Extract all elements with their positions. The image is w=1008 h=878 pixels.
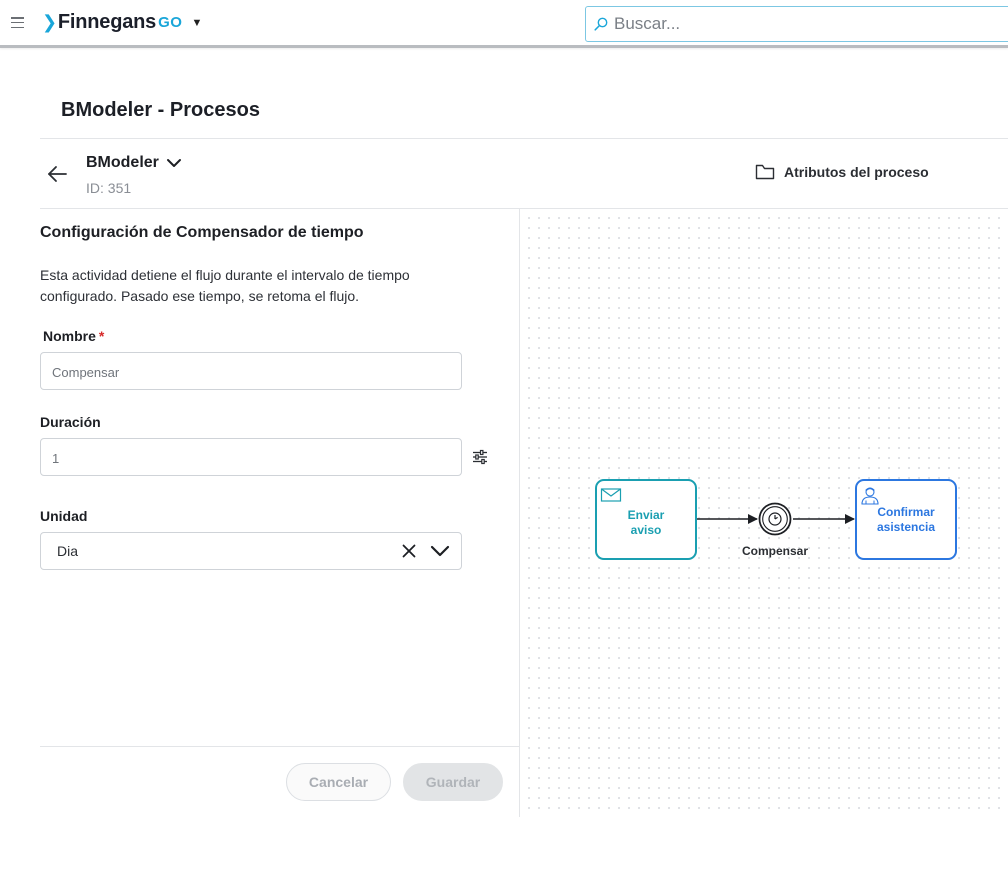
process-selector[interactable]: BModeler — [86, 154, 182, 172]
process-attributes-label: Atributos del proceso — [784, 164, 929, 180]
cancel-button[interactable]: Cancelar — [286, 763, 391, 801]
process-attributes-button[interactable]: Atributos del proceso — [755, 163, 929, 181]
unit-select[interactable]: Dia — [40, 532, 462, 570]
search-input[interactable] — [614, 13, 994, 35]
top-bar: ❯ Finnegans GO ▼ — [0, 0, 1008, 48]
required-mark: * — [98, 328, 105, 344]
process-id: ID: 351 — [86, 180, 132, 196]
close-icon[interactable] — [401, 543, 417, 559]
task-label: Confirmar asistencia — [857, 505, 955, 535]
diagram-canvas[interactable]: Enviar aviso Compensar Confirmar asisten… — [519, 209, 1008, 817]
chevron-down-icon[interactable] — [430, 542, 450, 560]
save-button[interactable]: Guardar — [403, 763, 503, 801]
name-label-text: Nombre — [43, 328, 96, 344]
name-label: Nombre * — [43, 328, 104, 344]
folder-icon — [755, 164, 775, 180]
caret-down-icon[interactable]: ▼ — [191, 17, 202, 29]
divider — [40, 138, 1008, 139]
search-icon — [594, 17, 608, 31]
task-label-line: aviso — [630, 523, 662, 537]
divider — [40, 746, 520, 747]
clock-icon[interactable] — [758, 502, 792, 536]
search-box[interactable] — [585, 6, 1008, 42]
unit-selected-value: Dia — [57, 543, 79, 559]
duration-input[interactable] — [52, 449, 432, 467]
task-enviar-aviso[interactable]: Enviar aviso — [595, 479, 697, 560]
brand-logo[interactable]: ❯ Finnegans GO ▼ — [42, 11, 202, 34]
unit-label: Unidad — [40, 508, 88, 524]
timer-event-label: Compensar — [741, 544, 809, 558]
brand-suffix: GO — [158, 14, 183, 31]
task-confirmar-asistencia[interactable]: Confirmar asistencia — [855, 479, 957, 560]
arrow-left-icon[interactable] — [46, 163, 68, 185]
duration-label: Duración — [40, 414, 101, 430]
hamburger-icon[interactable] — [11, 17, 24, 29]
sliders-icon[interactable] — [472, 449, 488, 465]
user-icon — [861, 487, 879, 505]
task-label-line: Enviar — [627, 508, 665, 522]
config-title: Configuración de Compensador de tiempo — [40, 224, 364, 241]
name-field[interactable] — [40, 352, 462, 390]
chevron-right-icon: ❯ — [42, 12, 57, 32]
process-name: BModeler — [86, 154, 159, 171]
brand-name: Finnegans — [57, 11, 157, 33]
name-input[interactable] — [52, 363, 432, 381]
page-title: BModeler - Procesos — [61, 99, 260, 121]
config-description: Esta actividad detiene el flujo durante … — [40, 267, 410, 304]
task-label-line: asistencia — [876, 520, 936, 534]
task-label-line: Confirmar — [877, 505, 935, 519]
task-label: Enviar aviso — [597, 508, 695, 538]
chevron-down-icon — [166, 159, 181, 167]
envelope-icon — [600, 488, 622, 502]
duration-field[interactable] — [40, 438, 462, 476]
